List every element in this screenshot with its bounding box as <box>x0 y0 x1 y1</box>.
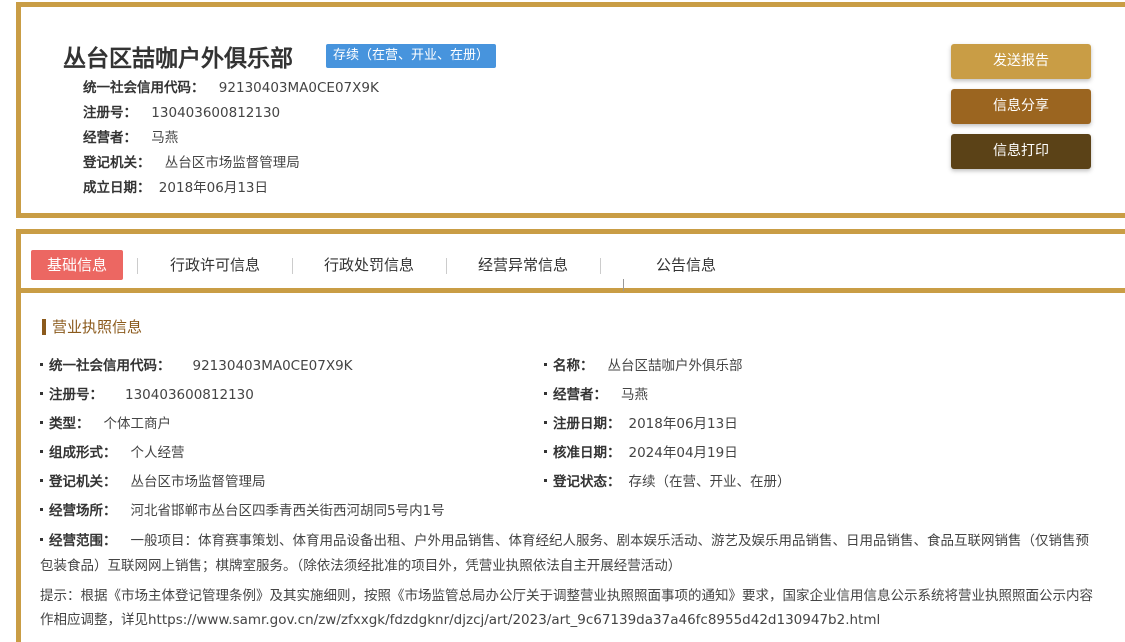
header-authority-label: 登记机关： <box>83 155 151 171</box>
bullet-dot <box>544 362 547 366</box>
info-name: 名称： 丛台区喆咖户外俱乐部 <box>544 354 743 374</box>
info-label: 经营场所： <box>49 503 117 519</box>
info-label: 组成形式： <box>49 445 117 461</box>
info-value: 个体工商户 <box>103 416 172 432</box>
info-label: 登记机关： <box>49 474 117 490</box>
info-reg-no: 注册号： 130403600812130 <box>40 383 254 403</box>
info-reg-date: 注册日期： 2018年06月13日 <box>544 412 738 432</box>
info-value: 92130403MA0CE07X9K <box>192 358 353 374</box>
bullet-dot <box>40 362 43 366</box>
notice-tip: 提示：根据《市场主体登记管理条例》及其实施细则，按照《市场监管总局办公厅关于调整… <box>40 588 1093 628</box>
header-established-label: 成立日期： <box>83 180 151 196</box>
bullet-dot <box>544 449 547 453</box>
info-value: 丛台区市场监督管理局 <box>130 474 266 490</box>
header-operator-label: 经营者： <box>83 130 137 146</box>
info-value: 一般项目：体育赛事策划、体育用品设备出租、户外用品销售、体育经纪人服务、剧本娱乐… <box>40 533 1089 574</box>
company-header-card: 丛台区喆咖户外俱乐部 存续（在营、开业、在册） 统一社会信用代码： 921304… <box>16 2 1125 218</box>
info-label: 经营者： <box>553 387 607 403</box>
tab-divider <box>137 258 138 274</box>
header-established-row: 成立日期： 2018年06月13日 <box>83 176 268 196</box>
tab-abnormal-operation[interactable]: 经营异常信息 <box>478 250 568 280</box>
bullet-dot <box>544 420 547 424</box>
info-value: 存续（在营、开业、在册） <box>628 474 791 490</box>
info-label: 统一社会信用代码： <box>49 358 171 374</box>
info-authority: 登记机关： 丛台区市场监督管理局 <box>40 470 266 490</box>
bullet-dot <box>40 537 43 541</box>
info-value: 2024年04月19日 <box>628 445 738 461</box>
info-label: 注册日期： <box>553 416 621 432</box>
info-credit-code: 统一社会信用代码： 92130403MA0CE07X9K <box>40 354 353 374</box>
tab-announcement[interactable]: 公告信息 <box>656 250 716 280</box>
bullet-dot <box>40 391 43 395</box>
send-report-button[interactable]: 发送报告 <box>951 44 1091 79</box>
share-info-button[interactable]: 信息分享 <box>951 89 1091 124</box>
header-credit-code-row: 统一社会信用代码： 92130403MA0CE07X9K <box>83 76 379 96</box>
header-credit-code-value: 92130403MA0CE07X9K <box>218 80 379 96</box>
info-business-scope: 经营范围： 一般项目：体育赛事策划、体育用品设备出租、户外用品销售、体育经纪人服务… <box>40 529 1100 579</box>
bullet-dot <box>40 420 43 424</box>
info-value: 130403600812130 <box>125 387 254 403</box>
info-value: 2018年06月13日 <box>628 416 738 432</box>
header-operator-row: 经营者： 马燕 <box>83 126 178 146</box>
bullet-dot <box>40 507 43 511</box>
tab-basic-info[interactable]: 基础信息 <box>31 250 124 280</box>
tab-admin-license[interactable]: 行政许可信息 <box>170 250 260 280</box>
bullet-dot <box>40 478 43 482</box>
tab-divider <box>600 258 601 274</box>
info-label: 名称： <box>553 358 594 374</box>
bullet-dot <box>544 391 547 395</box>
header-operator-value: 马燕 <box>151 130 179 146</box>
info-composition: 组成形式： 个人经营 <box>40 441 185 461</box>
info-value: 个人经营 <box>130 445 185 461</box>
section-title: 营业执照信息 <box>42 319 142 335</box>
header-authority-value: 丛台区市场监督管理局 <box>164 155 300 171</box>
bullet-dot <box>40 449 43 453</box>
bullet-dot <box>544 478 547 482</box>
info-value: 丛台区喆咖户外俱乐部 <box>607 358 743 374</box>
header-reg-no-label: 注册号： <box>83 105 137 121</box>
info-approval-date: 核准日期： 2024年04月19日 <box>544 441 738 461</box>
info-value: 河北省邯郸市丛台区四季青西关街西河胡同5号内1号 <box>130 503 445 519</box>
print-info-button[interactable]: 信息打印 <box>951 134 1091 169</box>
info-type: 类型： 个体工商户 <box>40 412 171 432</box>
tab-bar: 基础信息 行政许可信息 行政处罚信息 经营异常信息 公告信息 <box>21 234 1125 293</box>
info-value: 马燕 <box>621 387 648 403</box>
info-label: 核准日期： <box>553 445 621 461</box>
tab-divider <box>292 258 293 274</box>
header-authority-row: 登记机关： 丛台区市场监督管理局 <box>83 151 300 171</box>
company-name: 丛台区喆咖户外俱乐部 <box>63 46 293 72</box>
info-label: 经营范围： <box>49 533 117 549</box>
info-operator: 经营者： 马燕 <box>544 383 648 403</box>
tab-marker <box>623 279 624 291</box>
header-reg-no-value: 130403600812130 <box>151 105 281 121</box>
info-reg-status: 登记状态： 存续（在营、开业、在册） <box>544 470 791 490</box>
info-card: 基础信息 行政许可信息 行政处罚信息 经营异常信息 公告信息 营业执照信息 统一… <box>16 229 1125 642</box>
tab-divider <box>446 258 447 274</box>
info-label: 类型： <box>49 416 90 432</box>
header-established-value: 2018年06月13日 <box>158 180 269 196</box>
tab-admin-penalty[interactable]: 行政处罚信息 <box>324 250 414 280</box>
info-label: 登记状态： <box>553 474 621 490</box>
status-badge: 存续（在营、开业、在册） <box>326 44 497 68</box>
info-premises: 经营场所： 河北省邯郸市丛台区四季青西关街西河胡同5号内1号 <box>40 499 445 519</box>
info-label: 注册号： <box>49 387 103 403</box>
header-credit-code-label: 统一社会信用代码： <box>83 80 205 96</box>
header-reg-no-row: 注册号： 130403600812130 <box>83 101 280 121</box>
